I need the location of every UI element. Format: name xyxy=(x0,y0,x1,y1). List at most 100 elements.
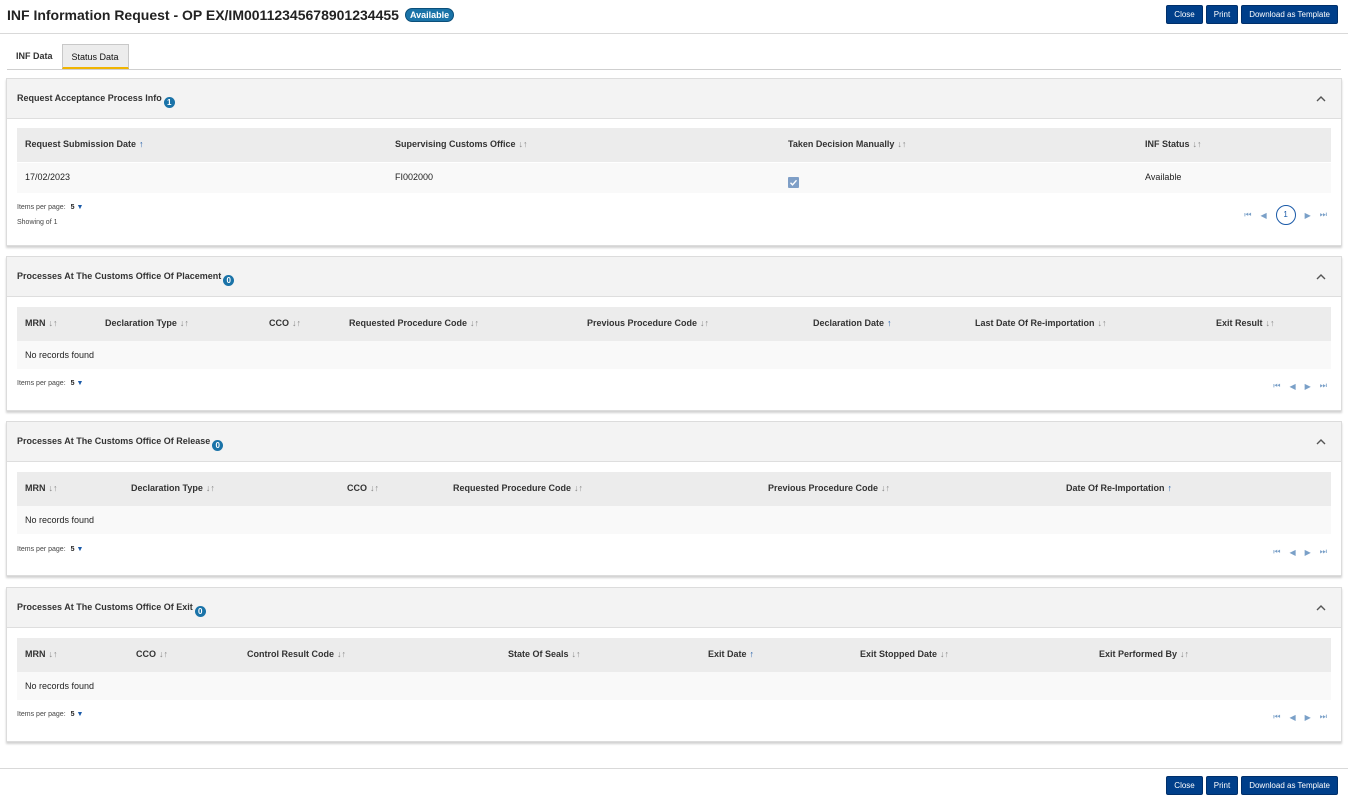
col-cco[interactable]: CCO ↓↑ xyxy=(136,649,168,659)
sort-icon[interactable]: ↓↑ xyxy=(897,139,906,149)
last-page-icon[interactable]: ⏭ xyxy=(1320,547,1327,557)
release-panel-header[interactable]: Processes At The Customs Office Of Relea… xyxy=(7,422,1341,462)
col-cco[interactable]: CCO ↓↑ xyxy=(347,483,379,493)
tab-inf-data[interactable]: INF Data xyxy=(7,44,62,69)
next-page-icon[interactable]: ▶ xyxy=(1305,211,1311,220)
items-per-page-select[interactable]: 5 ▼ xyxy=(71,204,84,211)
empty-row: No records found xyxy=(17,506,1331,534)
close-button[interactable]: Close xyxy=(1166,5,1203,24)
sort-asc-icon[interactable]: ↑ xyxy=(1168,483,1173,493)
first-page-icon[interactable]: ⏮ xyxy=(1273,547,1280,557)
page-number[interactable]: 1 xyxy=(1275,205,1296,225)
acceptance-panel-header[interactable]: Request Acceptance Process Info 1 xyxy=(7,79,1341,119)
print-button[interactable]: Print xyxy=(1205,5,1239,24)
last-page-icon[interactable]: ⏭ xyxy=(1320,712,1327,722)
release-count-badge: 0 xyxy=(212,440,224,451)
chevron-up-icon[interactable] xyxy=(1315,93,1327,105)
items-per-page-select[interactable]: 5 ▼ xyxy=(71,546,84,553)
sort-asc-icon[interactable]: ↑ xyxy=(139,139,144,149)
sort-icon[interactable]: ↓↑ xyxy=(292,318,301,328)
col-state-of-seals[interactable]: State Of Seals ↓↑ xyxy=(508,649,581,659)
chevron-up-icon[interactable] xyxy=(1315,436,1327,448)
first-page-icon[interactable]: ⏮ xyxy=(1273,712,1280,722)
col-requested-procedure-code[interactable]: Requested Procedure Code ↓↑ xyxy=(349,318,479,328)
taken-manually-checkbox[interactable] xyxy=(788,177,799,188)
sort-icon[interactable]: ↓↑ xyxy=(1266,318,1275,328)
col-exit-result[interactable]: Exit Result ↓↑ xyxy=(1216,318,1275,328)
sort-icon[interactable]: ↓↑ xyxy=(572,649,581,659)
sort-asc-icon[interactable]: ↑ xyxy=(887,318,892,328)
col-control-result-code[interactable]: Control Result Code ↓↑ xyxy=(247,649,346,659)
sort-icon[interactable]: ↓↑ xyxy=(206,483,215,493)
print-button[interactable]: Print xyxy=(1205,776,1239,795)
sort-icon[interactable]: ↓↑ xyxy=(700,318,709,328)
prev-page-icon[interactable]: ◀ xyxy=(1289,548,1295,557)
download-template-button[interactable]: Download as Template xyxy=(1241,5,1338,24)
sort-icon[interactable]: ↓↑ xyxy=(337,649,346,659)
sort-icon[interactable]: ↓↑ xyxy=(49,649,58,659)
tab-status-data[interactable]: Status Data xyxy=(61,44,129,69)
col-supervising-customs-office[interactable]: Supervising Customs Office ↓↑ xyxy=(395,139,528,149)
col-taken-decision-manually[interactable]: Taken Decision Manually ↓↑ xyxy=(788,139,906,149)
sort-icon[interactable]: ↓↑ xyxy=(940,649,949,659)
col-mrn[interactable]: MRN ↓↑ xyxy=(25,483,58,493)
col-declaration-type[interactable]: Declaration Type ↓↑ xyxy=(105,318,189,328)
items-per-page-select[interactable]: 5 ▼ xyxy=(71,711,84,718)
cell-status: Available xyxy=(1145,172,1182,182)
cell-submission-date: 17/02/2023 xyxy=(25,172,71,182)
col-declaration-type[interactable]: Declaration Type ↓↑ xyxy=(131,483,215,493)
chevron-up-icon[interactable] xyxy=(1315,602,1327,614)
exit-panel-header[interactable]: Processes At The Customs Office Of Exit 0 xyxy=(7,588,1341,628)
prev-page-icon[interactable]: ◀ xyxy=(1289,713,1295,722)
col-cco[interactable]: CCO ↓↑ xyxy=(269,318,301,328)
col-mrn[interactable]: MRN ↓↑ xyxy=(25,649,58,659)
sort-icon[interactable]: ↓↑ xyxy=(49,318,58,328)
sort-icon[interactable]: ↓↑ xyxy=(881,483,890,493)
col-exit-stopped-date[interactable]: Exit Stopped Date ↓↑ xyxy=(860,649,949,659)
items-per-page-select[interactable]: 5 ▼ xyxy=(71,380,84,387)
table-row[interactable]: 17/02/2023 FI002000 Available xyxy=(17,163,1331,193)
sort-icon[interactable]: ↓↑ xyxy=(370,483,379,493)
sort-icon[interactable]: ↓↑ xyxy=(1193,139,1202,149)
placement-table-header: MRN ↓↑ Declaration Type ↓↑ CCO ↓↑ Requested… xyxy=(17,307,1331,341)
col-date-of-reimportation[interactable]: Date Of Re-Importation ↑ xyxy=(1066,483,1172,493)
first-page-icon[interactable]: ⏮ xyxy=(1273,381,1280,391)
sort-icon[interactable]: ↓↑ xyxy=(49,483,58,493)
prev-page-icon[interactable]: ◀ xyxy=(1289,382,1295,391)
col-previous-procedure-code[interactable]: Previous Procedure Code ↓↑ xyxy=(768,483,890,493)
sort-icon[interactable]: ↓↑ xyxy=(470,318,479,328)
close-button[interactable]: Close xyxy=(1166,776,1203,795)
prev-page-icon[interactable]: ◀ xyxy=(1260,211,1266,220)
no-records-text: No records found xyxy=(25,515,95,525)
next-page-icon[interactable]: ▶ xyxy=(1305,713,1311,722)
chevron-up-icon[interactable] xyxy=(1315,271,1327,283)
sort-icon[interactable]: ↓↑ xyxy=(1098,318,1107,328)
col-requested-procedure-code[interactable]: Requested Procedure Code ↓↑ xyxy=(453,483,583,493)
sort-icon[interactable]: ↓↑ xyxy=(159,649,168,659)
footer-divider xyxy=(0,768,1348,769)
sort-icon[interactable]: ↓↑ xyxy=(574,483,583,493)
next-page-icon[interactable]: ▶ xyxy=(1305,548,1311,557)
last-page-icon[interactable]: ⏭ xyxy=(1320,210,1327,220)
page-header: INF Information Request - OP EX/IM001123… xyxy=(0,0,1348,34)
caret-down-icon: ▼ xyxy=(76,380,84,387)
col-exit-date[interactable]: Exit Date ↑ xyxy=(708,649,754,659)
last-page-icon[interactable]: ⏭ xyxy=(1320,381,1327,391)
next-page-icon[interactable]: ▶ xyxy=(1305,382,1311,391)
status-badge: Available xyxy=(404,8,455,22)
col-exit-performed-by[interactable]: Exit Performed By ↓↑ xyxy=(1099,649,1189,659)
sort-icon[interactable]: ↓↑ xyxy=(519,139,528,149)
sort-icon[interactable]: ↓↑ xyxy=(180,318,189,328)
placement-panel-header[interactable]: Processes At The Customs Office Of Place… xyxy=(7,257,1341,297)
col-request-submission-date[interactable]: Request Submission Date ↑ xyxy=(25,139,144,149)
sort-asc-icon[interactable]: ↑ xyxy=(750,649,755,659)
col-previous-procedure-code[interactable]: Previous Procedure Code ↓↑ xyxy=(587,318,709,328)
col-inf-status[interactable]: INF Status ↓↑ xyxy=(1145,139,1202,149)
first-page-icon[interactable]: ⏮ xyxy=(1244,210,1251,220)
caret-down-icon: ▼ xyxy=(76,711,84,718)
sort-icon[interactable]: ↓↑ xyxy=(1180,649,1189,659)
download-template-button[interactable]: Download as Template xyxy=(1241,776,1338,795)
col-last-date-reimportation[interactable]: Last Date Of Re-importation ↓↑ xyxy=(975,318,1107,328)
col-declaration-date[interactable]: Declaration Date ↑ xyxy=(813,318,892,328)
col-mrn[interactable]: MRN ↓↑ xyxy=(25,318,58,328)
